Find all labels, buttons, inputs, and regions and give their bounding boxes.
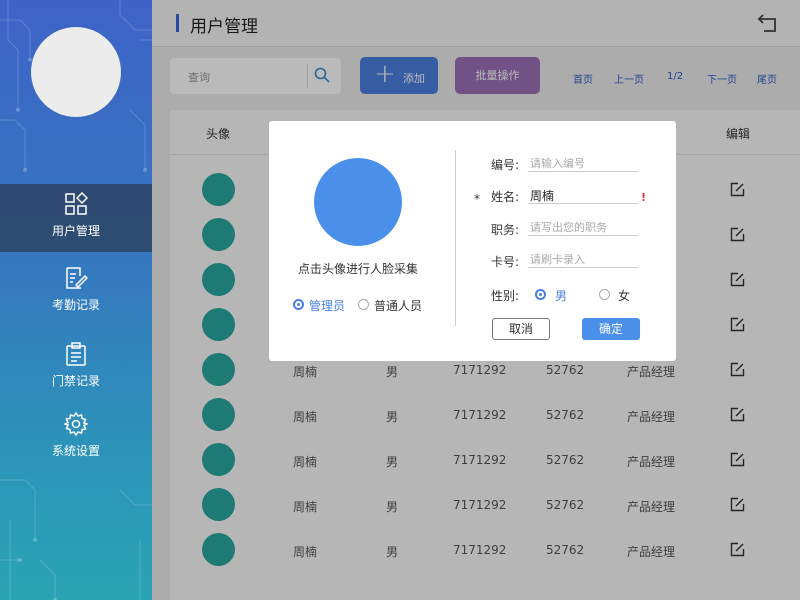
gender-male-label[interactable]: 男 [555,287,567,304]
role-user-radio[interactable] [358,299,369,310]
nav-label: 系统设置 [51,444,100,458]
clipboard-icon [66,342,86,366]
warning-icon: ! [641,191,647,204]
role-user-label[interactable]: 普通人员 [374,297,422,314]
required-mark: * [474,192,480,206]
nav-label: 门禁记录 [51,374,100,388]
gender-label: 性别: [491,289,520,303]
nav-item-user-management[interactable]: 用户管理 [0,184,152,252]
role-admin-label[interactable]: 管理员 [309,297,345,314]
face-capture-avatar[interactable] [314,158,402,246]
face-capture-hint: 点击头像进行人脸采集 [298,262,419,276]
divider [455,150,456,326]
gender-female-radio[interactable] [599,289,610,300]
card-label: 卡号: [491,255,520,269]
cancel-button[interactable]: 取消 [492,318,550,340]
role-admin-radio[interactable] [293,299,304,310]
gear-icon [64,412,88,436]
gender-male-radio[interactable] [535,289,546,300]
name-input[interactable] [528,187,638,204]
nav-label: 考勤记录 [51,298,100,312]
number-label: 编号: [491,158,520,172]
nav-item-access-records[interactable]: 门禁记录 [0,334,152,402]
card-input[interactable] [528,251,638,268]
edit-note-icon [66,267,88,289]
position-label: 职务: [491,223,520,237]
user-avatar[interactable] [31,27,121,117]
nav-item-settings[interactable]: 系统设置 [0,404,152,472]
sidebar: 用户管理 考勤记录 门禁记录 系统设置 [0,0,152,600]
nav-item-attendance[interactable]: 考勤记录 [0,258,152,326]
number-input[interactable] [528,155,638,172]
confirm-button[interactable]: 确定 [582,318,640,340]
position-input[interactable] [528,219,638,236]
gender-female-label[interactable]: 女 [618,287,630,304]
add-user-dialog: 点击头像进行人脸采集 管理员 普通人员 编号: * 姓名: ! 职务: 卡号: … [269,121,676,361]
apps-icon [65,192,88,215]
name-label: 姓名: [491,190,520,204]
nav-label: 用户管理 [51,224,100,238]
